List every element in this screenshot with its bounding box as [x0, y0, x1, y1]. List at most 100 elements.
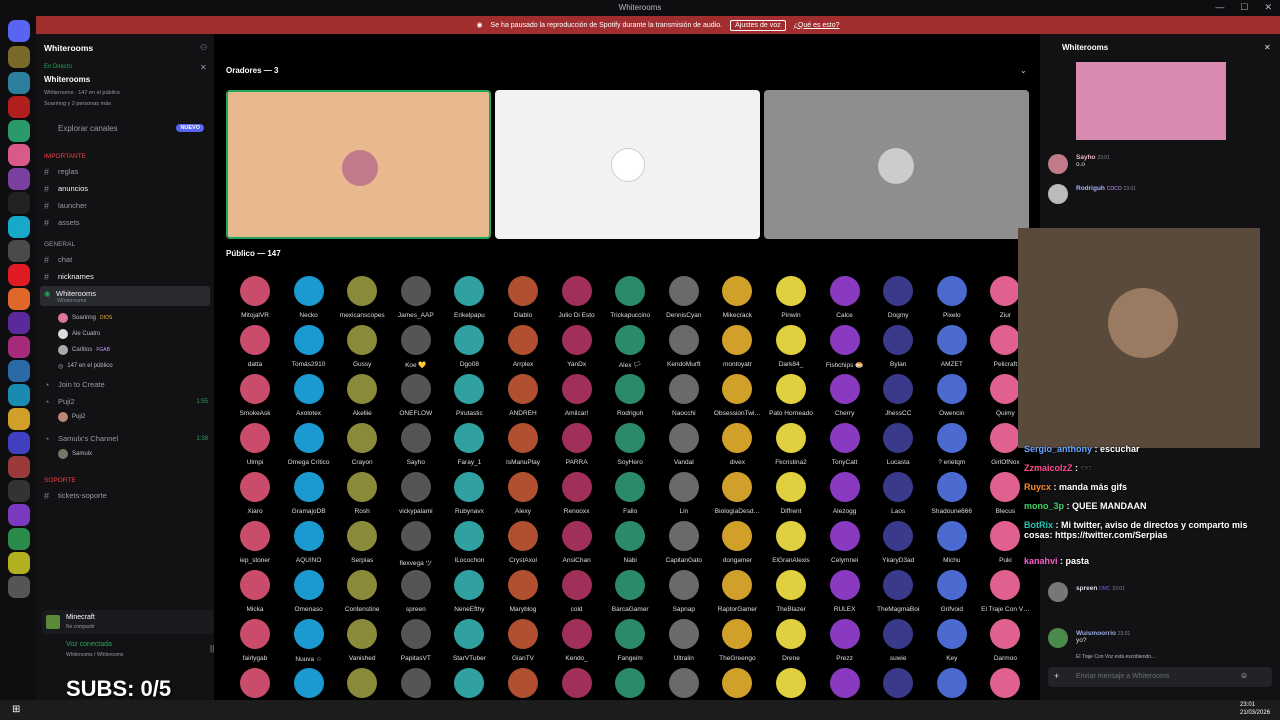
- server-icon[interactable]: [8, 480, 30, 502]
- audience-member[interactable]: BarcaGamer: [603, 570, 657, 613]
- audience-member[interactable]: DennisCyan: [657, 276, 711, 319]
- audience-member[interactable]: Rodriguh: [603, 374, 657, 417]
- server-icon[interactable]: [8, 576, 30, 598]
- audience-member[interactable]: NeneEfthy: [442, 570, 496, 613]
- message-user[interactable]: spreen: [1076, 585, 1097, 592]
- audience-member[interactable]: Serpias: [335, 521, 389, 564]
- audience-member[interactable]: Shadoune666: [925, 472, 979, 515]
- audience-member[interactable]: cold: [550, 570, 604, 613]
- audience-member[interactable]: suwie: [871, 619, 925, 662]
- audience-member[interactable]: AnsiChan: [550, 521, 604, 564]
- audience-member[interactable]: RULEX: [818, 570, 872, 613]
- audience-member[interactable]: Gussy: [335, 325, 389, 368]
- audience-member[interactable]: Vanished: [335, 619, 389, 662]
- close-icon[interactable]: ✕: [1264, 43, 1271, 52]
- audience-member[interactable]: Alexy: [496, 472, 550, 515]
- audience-member[interactable]: Maryblog: [496, 570, 550, 613]
- explore-channels[interactable]: Explorar canales NUEVO: [42, 120, 208, 136]
- server-icon[interactable]: [8, 360, 30, 382]
- audience-member[interactable]: Pinwin: [764, 276, 818, 319]
- audience-member[interactable]: Julio Di Esto: [550, 276, 604, 319]
- audience-member[interactable]: Alex 🏳: [603, 325, 657, 369]
- audience-member[interactable]: PARRA: [550, 423, 604, 466]
- server-icon[interactable]: [8, 46, 30, 68]
- audience-member[interactable]: [389, 668, 443, 704]
- category-soporte[interactable]: SOPORTE: [44, 477, 76, 484]
- audience-member[interactable]: Diffrent: [764, 472, 818, 515]
- audience-member[interactable]: Omega Crítico: [282, 423, 336, 466]
- server-icon[interactable]: [8, 384, 30, 406]
- server-icon[interactable]: [8, 120, 30, 142]
- server-icon[interactable]: [8, 96, 30, 118]
- audience-member[interactable]: [764, 668, 818, 704]
- audience-member[interactable]: [335, 668, 389, 704]
- audience-member[interactable]: SoyHero: [603, 423, 657, 466]
- audience-member[interactable]: TheBlazer: [764, 570, 818, 613]
- audience-member[interactable]: Amilcar!: [550, 374, 604, 417]
- channel-nicknames[interactable]: # nicknames: [44, 269, 208, 284]
- server-icon[interactable]: [8, 288, 30, 310]
- audience-member[interactable]: Dogmy: [871, 276, 925, 319]
- audience-member[interactable]: CapitanGato: [657, 521, 711, 564]
- audience-member[interactable]: Laos: [871, 472, 925, 515]
- audience-member[interactable]: [550, 668, 604, 704]
- server-icon[interactable]: [8, 432, 30, 454]
- audience-member[interactable]: Prezz: [818, 619, 872, 662]
- audience-member[interactable]: Crayon: [335, 423, 389, 466]
- channel-tickets-soporte[interactable]: # tickets-soporte: [44, 488, 208, 503]
- audience-member[interactable]: Arrplex: [496, 325, 550, 368]
- audience-member[interactable]: PapitasVT: [389, 619, 443, 662]
- audience-member[interactable]: GianTV: [496, 619, 550, 662]
- stage-channel-whiterooms[interactable]: ◉ Whiterooms Whiterooms: [40, 286, 210, 306]
- audience-member[interactable]: SmokeAsk: [228, 374, 282, 417]
- stage-user[interactable]: Carlitos FGAB: [58, 344, 110, 356]
- audience-member[interactable]: AQUINO: [282, 521, 336, 564]
- audience-member[interactable]: Ulmpi: [228, 423, 282, 466]
- voice-user[interactable]: Samulx: [58, 448, 92, 460]
- audience-member[interactable]: Fishchips 🍮: [818, 325, 872, 369]
- audience-member[interactable]: Kendo_: [550, 619, 604, 662]
- server-icon[interactable]: [8, 336, 30, 358]
- audience-member[interactable]: Darmoo: [978, 619, 1032, 662]
- audience-member[interactable]: TheMagmaBoi: [871, 570, 925, 613]
- voice-channel-puji2[interactable]: ◔ Puji2 1:55: [44, 394, 208, 409]
- audience-member[interactable]: James_AAP: [389, 276, 443, 319]
- stage-audience[interactable]: ◎ 147 en el público: [58, 360, 113, 372]
- audience-member[interactable]: Pirutastic: [442, 374, 496, 417]
- audience-member[interactable]: Lucasta: [871, 423, 925, 466]
- server-icon[interactable]: [8, 504, 30, 526]
- audience-member[interactable]: montoyatr: [710, 325, 764, 368]
- emoji-icon[interactable]: ☺: [1240, 671, 1248, 680]
- audience-member[interactable]: IsManuPlay: [496, 423, 550, 466]
- audience-member[interactable]: Vandal: [657, 423, 711, 466]
- minimize-icon[interactable]: —: [1215, 2, 1224, 13]
- audience-member[interactable]: Axolotex: [282, 374, 336, 417]
- audience-member[interactable]: JhessCC: [871, 374, 925, 417]
- category-general[interactable]: GENERAL: [44, 241, 75, 248]
- audience-member[interactable]: Alezogg: [818, 472, 872, 515]
- audience-member[interactable]: YanDx: [550, 325, 604, 368]
- audience-member[interactable]: Sapnap: [657, 570, 711, 613]
- audience-member[interactable]: Pixelo: [925, 276, 979, 319]
- audience-member[interactable]: Dgo08: [442, 325, 496, 368]
- audience-member[interactable]: KendoMurft: [657, 325, 711, 368]
- server-icon[interactable]: [8, 192, 30, 214]
- server-icon[interactable]: [8, 528, 30, 550]
- invite-icon[interactable]: ⚇: [200, 43, 207, 52]
- audience-member[interactable]: Pato Horneado: [764, 374, 818, 417]
- audience-member[interactable]: mexicanscopes: [335, 276, 389, 319]
- server-icon[interactable]: [8, 216, 30, 238]
- stage-user[interactable]: Soarinng DIOS: [58, 312, 112, 324]
- audience-member[interactable]: MitojalVR: [228, 276, 282, 319]
- audience-member[interactable]: Calce: [818, 276, 872, 319]
- audience-member[interactable]: divex: [710, 423, 764, 466]
- message-user[interactable]: Sayho: [1076, 154, 1096, 161]
- audience-member[interactable]: Faray_1: [442, 423, 496, 466]
- server-icon[interactable]: [8, 168, 30, 190]
- audience-member[interactable]: Koe 💛: [389, 325, 443, 369]
- audience-member[interactable]: Drene: [764, 619, 818, 662]
- server-icon[interactable]: [8, 552, 30, 574]
- audience-member[interactable]: Cherry: [818, 374, 872, 417]
- audience-member[interactable]: Michu: [925, 521, 979, 564]
- chat-input[interactable]: + Enviar mensaje a Whiterooms ☺: [1048, 667, 1272, 687]
